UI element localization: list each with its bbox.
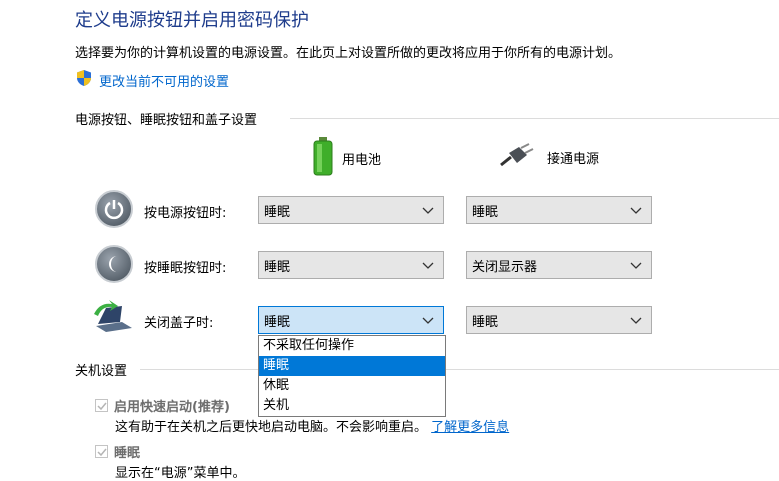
power-group-title: 电源按钮、睡眠按钮和盖子设置 [75, 109, 266, 128]
group-divider [140, 369, 779, 370]
sleep-button-battery-select[interactable]: 睡眠 [258, 251, 444, 279]
sleep-button-plugged-select[interactable]: 关闭显示器 [466, 251, 652, 279]
lid-close-dropdown-list[interactable]: 不采取任何操作 睡眠 休眠 关机 [258, 335, 446, 417]
lid-close-plugged-select[interactable]: 睡眠 [466, 306, 652, 334]
select-value: 睡眠 [472, 204, 499, 220]
select-value: 关闭显示器 [472, 259, 538, 275]
power-button-plugged-select[interactable]: 睡眠 [466, 196, 652, 224]
power-button-label: 按电源按钮时: [144, 206, 227, 221]
sleep-row: 睡眠 [95, 442, 140, 461]
col-plugged-header: 接通电源 [499, 143, 599, 171]
select-value: 睡眠 [264, 259, 291, 275]
laptop-lid-icon [92, 300, 134, 338]
lid-close-label: 关闭盖子时: [144, 316, 214, 331]
chevron-down-icon [422, 262, 434, 269]
sleep-button-label: 按睡眠按钮时: [144, 261, 227, 276]
dropdown-option[interactable]: 休眠 [259, 376, 445, 396]
fast-startup-checkbox[interactable] [95, 399, 108, 412]
chevron-down-icon [630, 262, 642, 269]
chevron-down-icon [630, 207, 642, 214]
power-plug-icon [499, 143, 539, 171]
lid-close-battery-select[interactable]: 睡眠 [258, 306, 444, 334]
chevron-down-icon [422, 317, 434, 324]
page-description: 选择要为你的计算机设置的电源设置。在此页上对设置所做的更改将应用于你所有的电源计… [75, 46, 622, 61]
fast-startup-description: 这有助于在关机之后更快地启动电脑。不会影响重启。 [115, 420, 428, 435]
select-value: 睡眠 [472, 314, 499, 330]
chevron-down-icon [630, 317, 642, 324]
sleep-icon [95, 245, 133, 283]
group-divider [290, 118, 779, 119]
uac-shield-icon [75, 69, 93, 91]
fast-startup-desc-row: 这有助于在关机之后更快地启动电脑。不会影响重启。 了解更多信息 [115, 416, 509, 435]
chevron-down-icon [422, 207, 434, 214]
dropdown-option[interactable]: 不采取任何操作 [259, 336, 445, 356]
fast-startup-row: 启用快速启动(推荐) [95, 396, 230, 415]
power-button-battery-select[interactable]: 睡眠 [258, 196, 444, 224]
dropdown-option[interactable]: 睡眠 [259, 356, 445, 376]
page-title: 定义电源按钮并启用密码保护 [75, 10, 309, 31]
sleep-option-description: 显示在“电源”菜单中。 [115, 466, 246, 481]
change-settings-link[interactable]: 更改当前不可用的设置 [99, 71, 229, 90]
learn-more-link[interactable]: 了解更多信息 [431, 420, 509, 435]
shutdown-group-title: 关机设置 [75, 360, 136, 379]
col-battery-header: 用电池 [312, 136, 381, 180]
sleep-option-label: 睡眠 [114, 446, 141, 461]
col-battery-label: 用电池 [342, 152, 382, 168]
col-plugged-label: 接通电源 [547, 151, 600, 167]
power-icon [95, 190, 133, 228]
sleep-checkbox[interactable] [95, 445, 108, 458]
dropdown-option[interactable]: 关机 [259, 396, 445, 416]
battery-icon [312, 136, 334, 180]
change-settings-link-row[interactable]: 更改当前不可用的设置 [75, 69, 229, 91]
select-value: 睡眠 [264, 314, 291, 330]
select-value: 睡眠 [264, 204, 291, 220]
fast-startup-label: 启用快速启动(推荐) [114, 400, 230, 415]
